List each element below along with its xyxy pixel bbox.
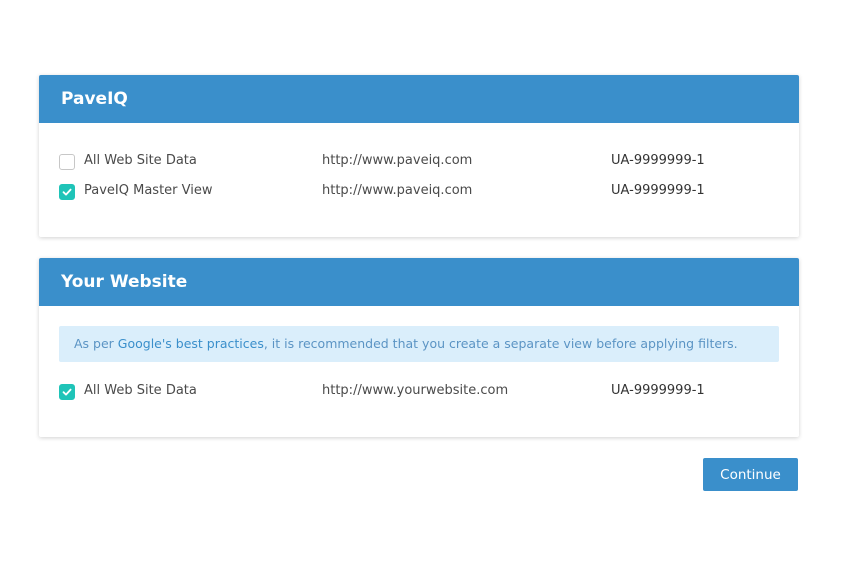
checkbox-checked[interactable] xyxy=(59,384,75,400)
view-url: http://www.paveiq.com xyxy=(322,183,473,198)
notice-prefix: As per xyxy=(74,336,118,351)
view-name: All Web Site Data xyxy=(84,383,197,398)
section-title-your-website: Your Website xyxy=(39,258,799,306)
section-title-paveiq: PaveIQ xyxy=(39,75,799,123)
paveiq-section-card: PaveIQ All Web Site Data http://www.pave… xyxy=(39,75,799,237)
view-url: http://www.paveiq.com xyxy=(322,153,473,168)
checkmark-icon xyxy=(62,388,72,396)
view-name: All Web Site Data xyxy=(84,153,197,168)
view-row-paveiq-all-web-site-data[interactable]: All Web Site Data http://www.paveiq.com … xyxy=(39,152,799,172)
best-practices-notice: As per Google's best practices, it is re… xyxy=(59,326,779,362)
checkmark-icon xyxy=(62,188,72,196)
view-name: PaveIQ Master View xyxy=(84,183,213,198)
notice-suffix: , it is recommended that you create a se… xyxy=(263,336,738,351)
view-tracking-id: UA-9999999-1 xyxy=(611,383,705,398)
checkbox-checked[interactable] xyxy=(59,184,75,200)
view-tracking-id: UA-9999999-1 xyxy=(611,183,705,198)
view-row-yourwebsite-all-web-site-data[interactable]: All Web Site Data http://www.yourwebsite… xyxy=(39,382,799,402)
view-tracking-id: UA-9999999-1 xyxy=(611,153,705,168)
view-row-paveiq-master-view[interactable]: PaveIQ Master View http://www.paveiq.com… xyxy=(39,182,799,202)
google-best-practices-link[interactable]: Google's best practices xyxy=(118,336,264,351)
checkbox-unchecked[interactable] xyxy=(59,154,75,170)
view-url: http://www.yourwebsite.com xyxy=(322,383,509,398)
your-website-section-card: Your Website As per Google's best practi… xyxy=(39,258,799,437)
continue-button[interactable]: Continue xyxy=(703,458,798,491)
